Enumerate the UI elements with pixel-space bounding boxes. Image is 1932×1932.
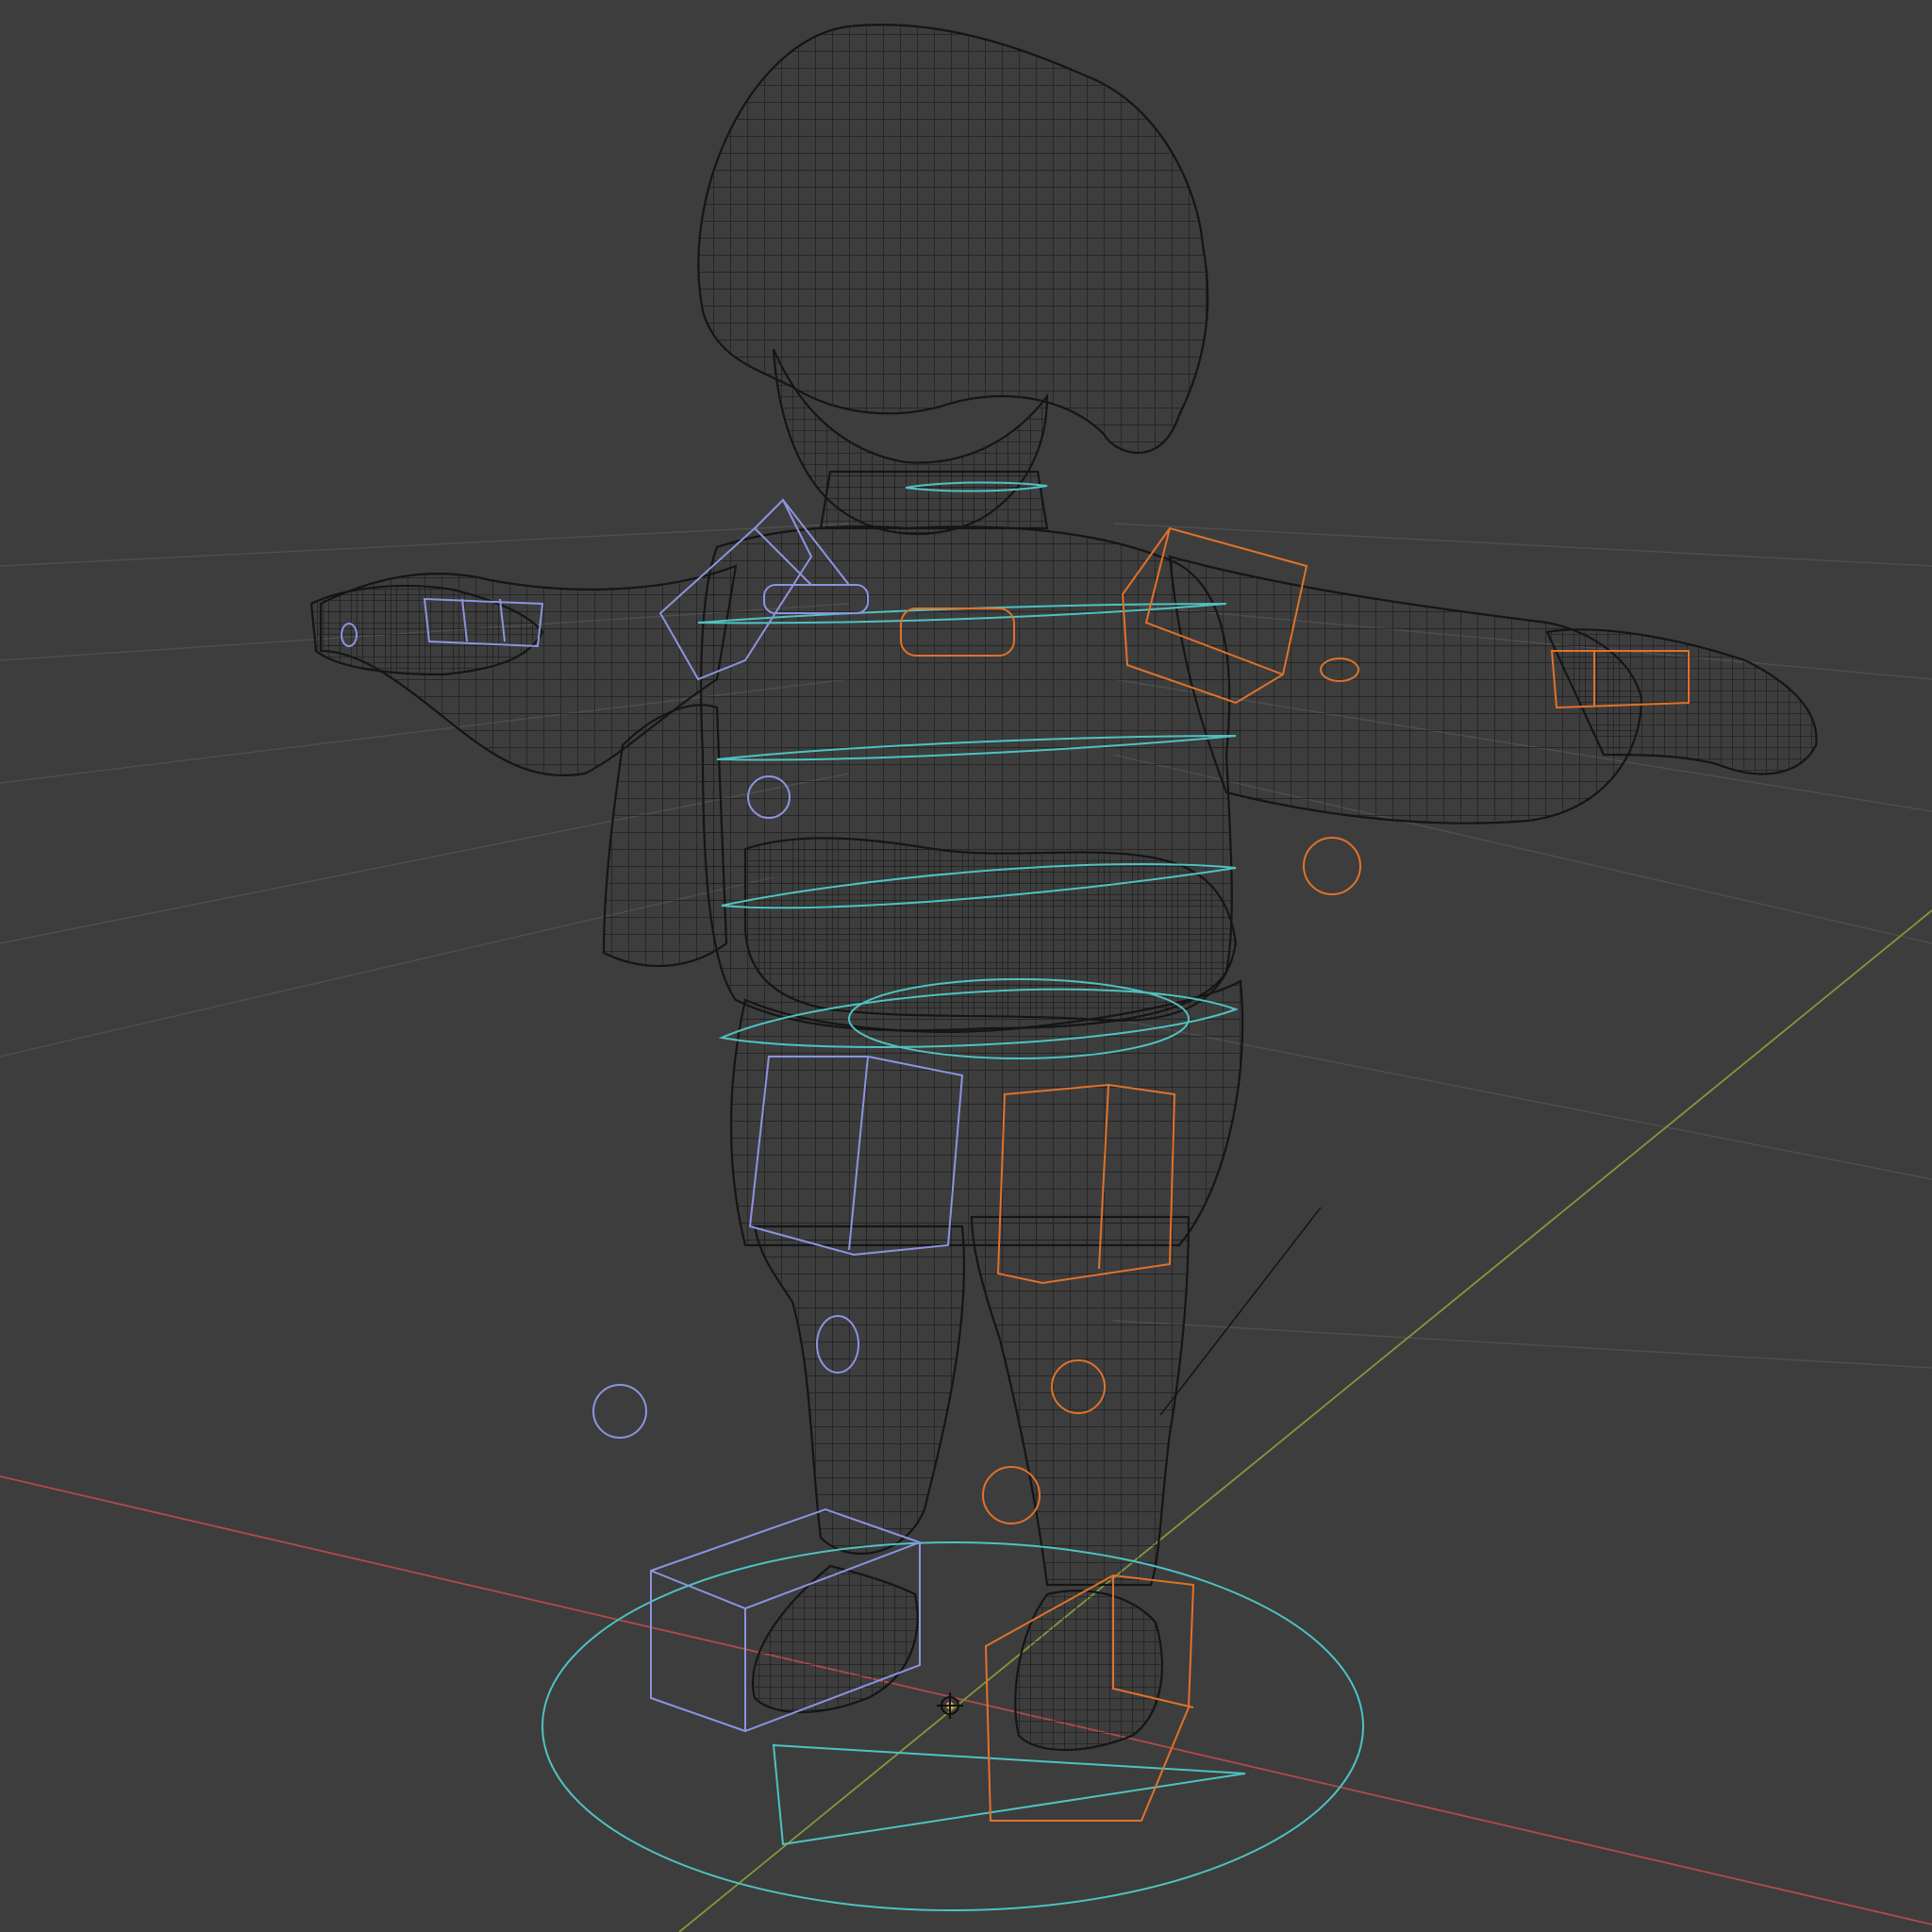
mesh-leg-right	[970, 1215, 1191, 1587]
mesh-hair	[697, 24, 1209, 455]
mesh-shoe-left	[752, 1564, 919, 1714]
mesh-skirt	[743, 837, 1238, 1022]
character-mesh[interactable]	[309, 24, 1818, 1752]
3d-viewport[interactable]	[0, 0, 1932, 1932]
viewport-canvas[interactable]	[0, 0, 1932, 1932]
mesh-leg-left	[753, 1224, 966, 1555]
mesh-neck	[819, 470, 1049, 530]
origin-marker-icon[interactable]	[937, 1692, 963, 1719]
mesh-shoe-right	[1014, 1590, 1163, 1752]
root-direction-arrow[interactable]	[772, 1743, 1246, 1846]
x-axis-line	[0, 1475, 1932, 1925]
right-elbow-pole[interactable]	[1303, 837, 1361, 895]
left-leg-pole-target[interactable]	[592, 1384, 647, 1439]
right-leg-pole-target[interactable]	[982, 1466, 1041, 1524]
root-control[interactable]	[541, 1541, 1364, 1911]
mesh-arm-right	[1168, 555, 1643, 824]
